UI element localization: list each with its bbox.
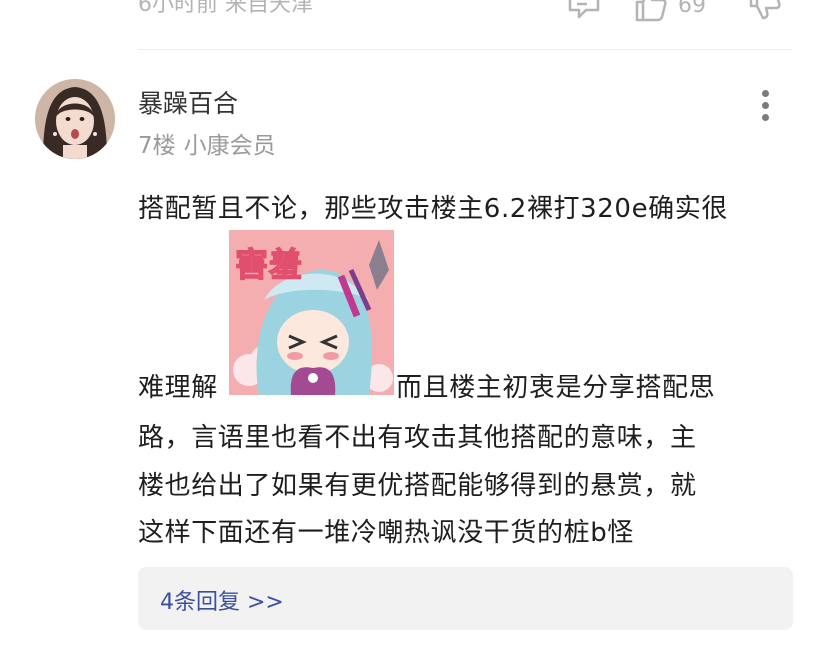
post-divider	[138, 49, 792, 50]
thumbs-down-icon	[749, 0, 781, 20]
floor-number: 7楼	[138, 133, 176, 159]
comment-text-line: 而且楼主初衷是分享搭配思	[396, 373, 716, 403]
comment-text-line: 难理解	[138, 373, 218, 403]
comment-text-line: 路，言语里也看不出有攻击其他搭配的意味，主	[138, 423, 697, 453]
comment-icon	[568, 0, 600, 19]
comment-button[interactable]	[566, 0, 602, 22]
like-count: 69	[678, 0, 706, 18]
comment-text-line: 这样下面还有一堆冷嘲热讽没干货的桩b怪	[138, 518, 634, 548]
replies-box[interactable]: 4条回复 >>	[138, 567, 793, 630]
comment-text-line: 楼也给出了如果有更优搭配能够得到的悬赏，就	[138, 471, 697, 501]
comment-text-line: 搭配暂且不论，那些攻击楼主6.2裸打320e确实很	[138, 194, 728, 224]
more-options-button[interactable]	[756, 88, 776, 124]
author-name[interactable]: 暴躁百合	[138, 84, 238, 120]
avatar[interactable]	[35, 79, 115, 159]
view-replies-link[interactable]: 4条回复 >>	[160, 584, 284, 616]
dislike-button[interactable]	[748, 0, 782, 22]
sticker-label: 害羞	[234, 244, 303, 284]
member-badge: 小康会员	[183, 133, 276, 159]
avatar-image	[35, 79, 115, 159]
floor-meta: 7楼 小康会员	[138, 126, 276, 160]
thumbs-up-icon	[635, 0, 667, 22]
previous-post-meta: 6小时前 来自天津	[138, 0, 313, 17]
shy-sticker: 害羞	[229, 230, 394, 395]
more-vertical-icon	[762, 90, 769, 97]
like-button[interactable]: 69	[634, 0, 706, 22]
